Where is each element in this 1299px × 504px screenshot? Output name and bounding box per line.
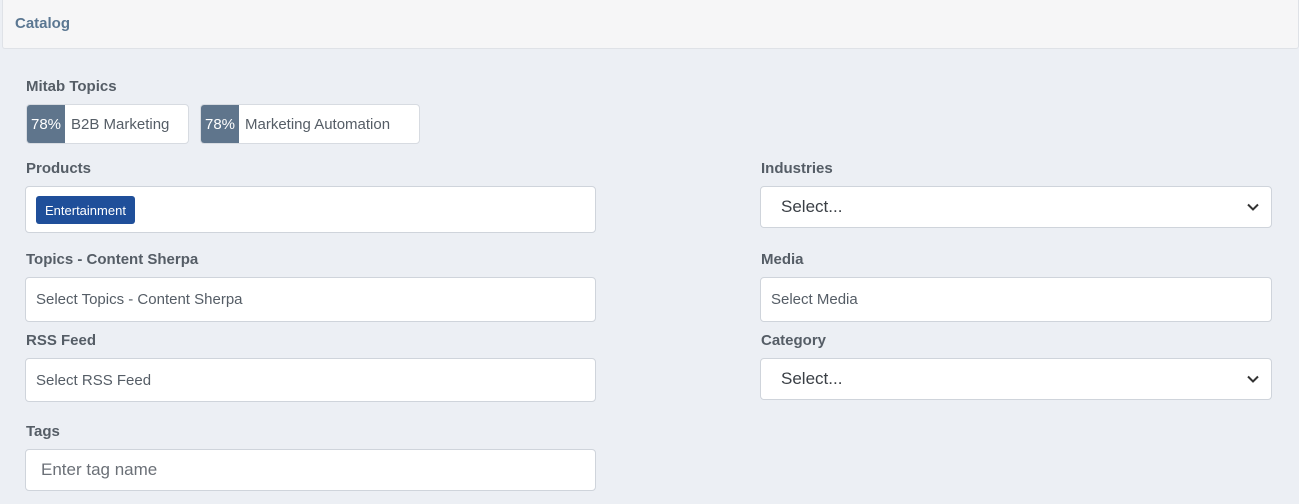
- topic-chip-marketing-automation[interactable]: 78% Marketing Automation: [200, 104, 420, 144]
- industries-select-value: Select...: [781, 197, 843, 216]
- tags-input[interactable]: [26, 450, 595, 490]
- category-label: Category: [761, 332, 827, 349]
- products-label: Products: [26, 160, 92, 177]
- media-input[interactable]: [761, 278, 1271, 321]
- rss-feed-input[interactable]: [26, 359, 595, 401]
- media-label: Media: [761, 251, 804, 268]
- category-select-value: Select...: [781, 369, 843, 388]
- industries-label: Industries: [761, 160, 833, 177]
- mitab-topics-label: Mitab Topics: [26, 78, 117, 95]
- products-multiselect[interactable]: Entertainment: [25, 186, 596, 233]
- tags-field[interactable]: [25, 449, 596, 491]
- topic-chip-percent: 78%: [27, 105, 65, 143]
- topic-chip-percent: 78%: [201, 105, 239, 143]
- rss-feed-label: RSS Feed: [26, 332, 97, 349]
- topics-content-sherpa-field[interactable]: [25, 277, 596, 322]
- chevron-down-icon: [1247, 200, 1261, 214]
- topics-content-sherpa-label: Topics - Content Sherpa: [26, 251, 199, 268]
- card-title: Catalog: [15, 15, 71, 32]
- tags-label: Tags: [26, 423, 60, 440]
- topic-chip-label: B2B Marketing: [71, 115, 170, 133]
- topic-chip-label: Marketing Automation: [245, 115, 391, 133]
- industries-select[interactable]: Select...: [760, 186, 1272, 228]
- product-tag-entertainment[interactable]: Entertainment: [36, 196, 135, 224]
- chevron-down-icon: [1247, 372, 1261, 386]
- category-select[interactable]: Select...: [760, 358, 1272, 400]
- topics-content-sherpa-input[interactable]: [26, 278, 595, 321]
- topic-chip-b2b-marketing[interactable]: 78% B2B Marketing: [26, 104, 189, 144]
- catalog-header: Catalog: [2, 0, 1299, 49]
- rss-feed-field[interactable]: [25, 358, 596, 402]
- media-field[interactable]: [760, 277, 1272, 322]
